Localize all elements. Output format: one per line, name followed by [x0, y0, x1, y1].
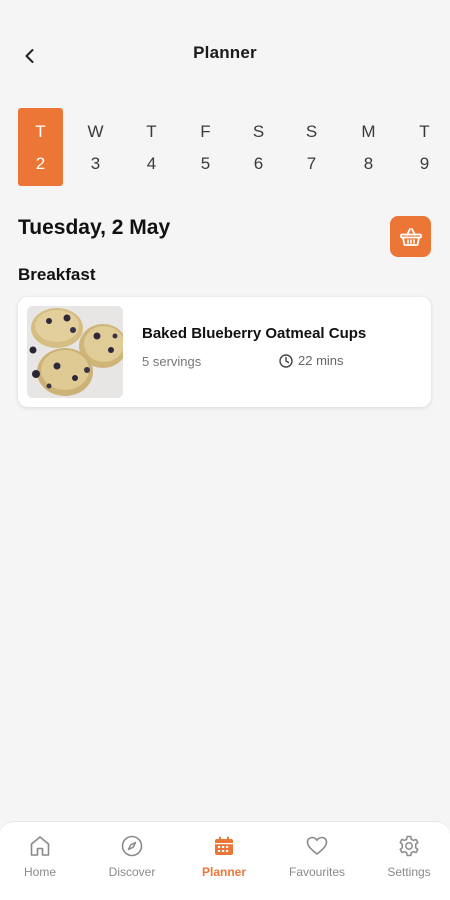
gear-icon: [399, 835, 419, 857]
nav-favourites-label: Favourites: [288, 865, 346, 879]
home-icon: [30, 836, 50, 856]
day-of-week-label: T: [419, 122, 430, 141]
recipe-servings: 5 servings: [142, 354, 202, 369]
day-number-label: 5: [200, 154, 211, 173]
recipe-time-label: 22 mins: [298, 353, 344, 368]
day-of-week-label: F: [200, 122, 211, 141]
day-tuesday-9[interactable]: T 9: [402, 108, 447, 186]
day-of-week-label: S: [305, 122, 318, 141]
day-monday-8[interactable]: M 8: [346, 108, 391, 186]
heart-icon: [306, 836, 328, 855]
shopping-list-button[interactable]: [390, 216, 431, 257]
day-number-label: 2: [35, 154, 46, 173]
nav-home-label: Home: [23, 865, 56, 879]
nav-settings[interactable]: Settings: [364, 832, 450, 892]
week-day-selector: T 2 W 3 T 4 F 5 S 6 S 7 M 8 T 9: [18, 108, 450, 186]
nav-favourites[interactable]: Favourites: [272, 832, 362, 892]
selected-date-heading: Tuesday, 2 May: [18, 216, 171, 239]
nav-planner[interactable]: Planner: [179, 832, 269, 892]
recipe-time: 22 mins: [279, 353, 344, 368]
day-friday-5[interactable]: F 5: [183, 108, 228, 186]
day-number-label: 3: [90, 154, 101, 173]
bottom-navigation: Home Discover Planner Favourites Setting…: [0, 821, 450, 900]
calendar-icon: [215, 836, 233, 855]
day-wednesday-3[interactable]: W 3: [73, 108, 118, 186]
day-thursday-4[interactable]: T 4: [129, 108, 174, 186]
nav-planner-label: Planner: [201, 865, 246, 879]
page-title: Planner: [193, 43, 257, 62]
nav-home[interactable]: Home: [0, 832, 85, 892]
meal-card[interactable]: Baked Blueberry Oatmeal Cups 5 servings …: [18, 297, 431, 407]
day-number-label: 7: [306, 154, 317, 173]
day-of-week-label: W: [87, 122, 104, 141]
day-number-label: 4: [146, 154, 157, 173]
compass-icon: [121, 835, 143, 857]
day-of-week-label: T: [146, 122, 157, 141]
header: Planner: [0, 30, 450, 80]
recipe-title: Baked Blueberry Oatmeal Cups: [142, 325, 367, 342]
nav-discover[interactable]: Discover: [87, 832, 177, 892]
shopping-basket-icon: [399, 227, 422, 246]
day-number-label: 8: [363, 154, 374, 173]
day-of-week-label: S: [252, 122, 265, 141]
day-number-label: 6: [253, 154, 264, 173]
nav-discover-label: Discover: [108, 865, 156, 879]
day-saturday-6[interactable]: S 6: [236, 108, 281, 186]
clock-icon: [279, 353, 293, 368]
planner-screen: Planner T 2 W 3 T 4 F 5 S 6 S 7 M 8 T 9 …: [0, 0, 450, 900]
day-of-week-label: M: [361, 122, 376, 141]
day-tuesday-2[interactable]: T 2: [18, 108, 63, 186]
nav-settings-label: Settings: [387, 865, 431, 879]
recipe-image: [27, 306, 123, 398]
day-of-week-label: T: [35, 122, 46, 141]
day-sunday-7[interactable]: S 7: [289, 108, 334, 186]
day-number-label: 9: [419, 154, 430, 173]
meal-type-heading: Breakfast: [18, 265, 96, 284]
